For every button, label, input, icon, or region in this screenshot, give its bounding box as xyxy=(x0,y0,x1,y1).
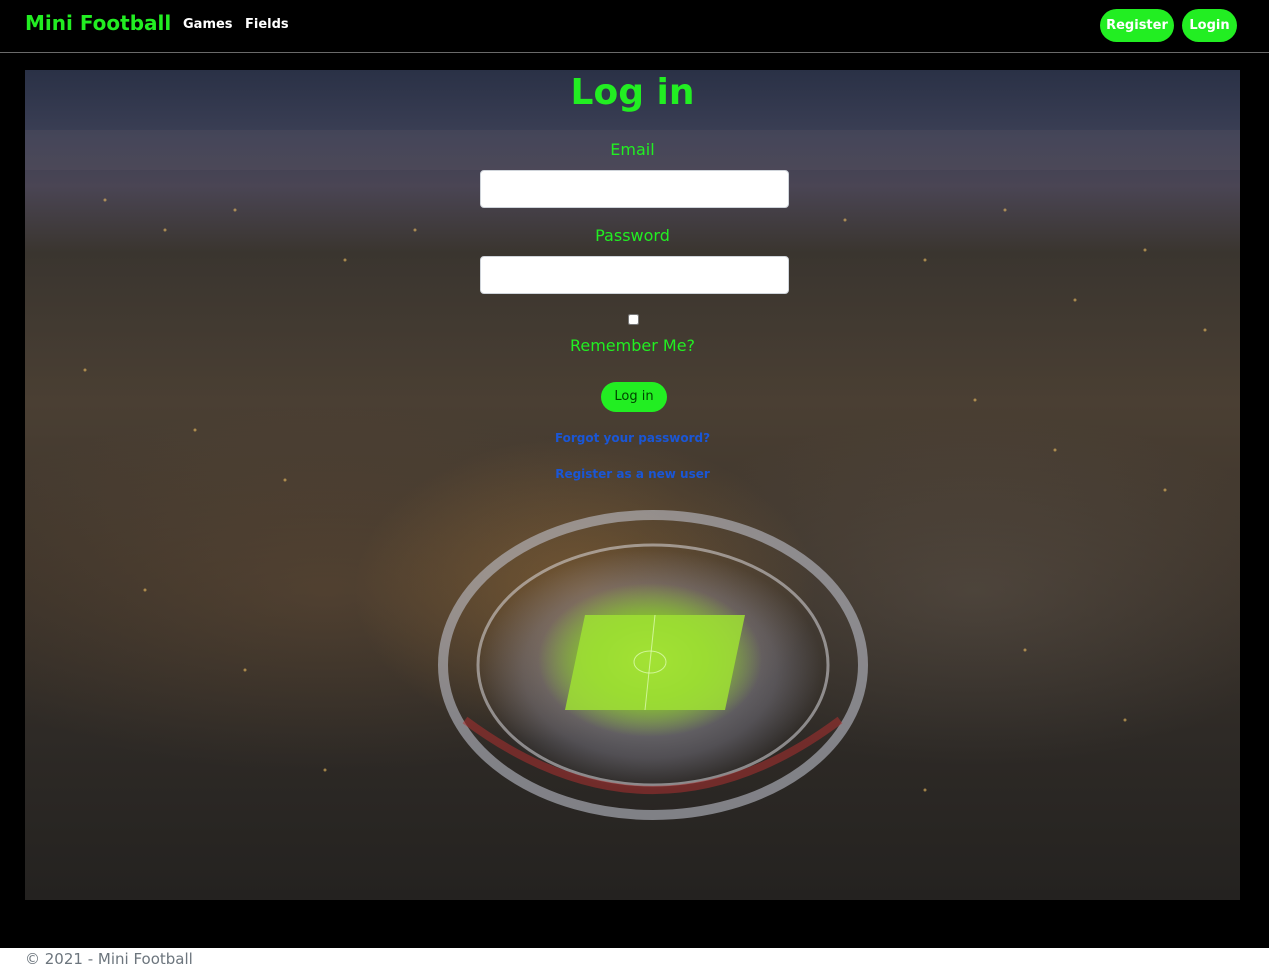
forgot-password-link[interactable]: Forgot your password? xyxy=(25,431,1240,445)
email-field[interactable] xyxy=(480,170,789,208)
stadium-background-image: Log in Email Password Remember Me? Log i… xyxy=(25,70,1240,900)
page-title: Log in xyxy=(570,72,695,113)
nav-link-games[interactable]: Games xyxy=(183,17,233,32)
email-label: Email xyxy=(610,140,655,159)
remember-me-checkbox[interactable] xyxy=(628,314,639,325)
login-submit-button[interactable]: Log in xyxy=(601,382,667,412)
page-background: Mini Football Games Fields Register Logi… xyxy=(0,0,1269,948)
top-navbar: Mini Football Games Fields Register Logi… xyxy=(0,0,1269,53)
login-button[interactable]: Login xyxy=(1182,9,1237,42)
password-field[interactable] xyxy=(480,256,789,294)
register-new-user-link[interactable]: Register as a new user xyxy=(25,467,1240,481)
remember-me-label: Remember Me? xyxy=(569,336,696,355)
password-label: Password xyxy=(595,226,670,245)
brand-link[interactable]: Mini Football xyxy=(25,11,171,35)
register-button[interactable]: Register xyxy=(1100,9,1174,42)
footer-copyright: © 2021 - Mini Football xyxy=(25,950,193,968)
nav-link-fields[interactable]: Fields xyxy=(245,17,289,32)
